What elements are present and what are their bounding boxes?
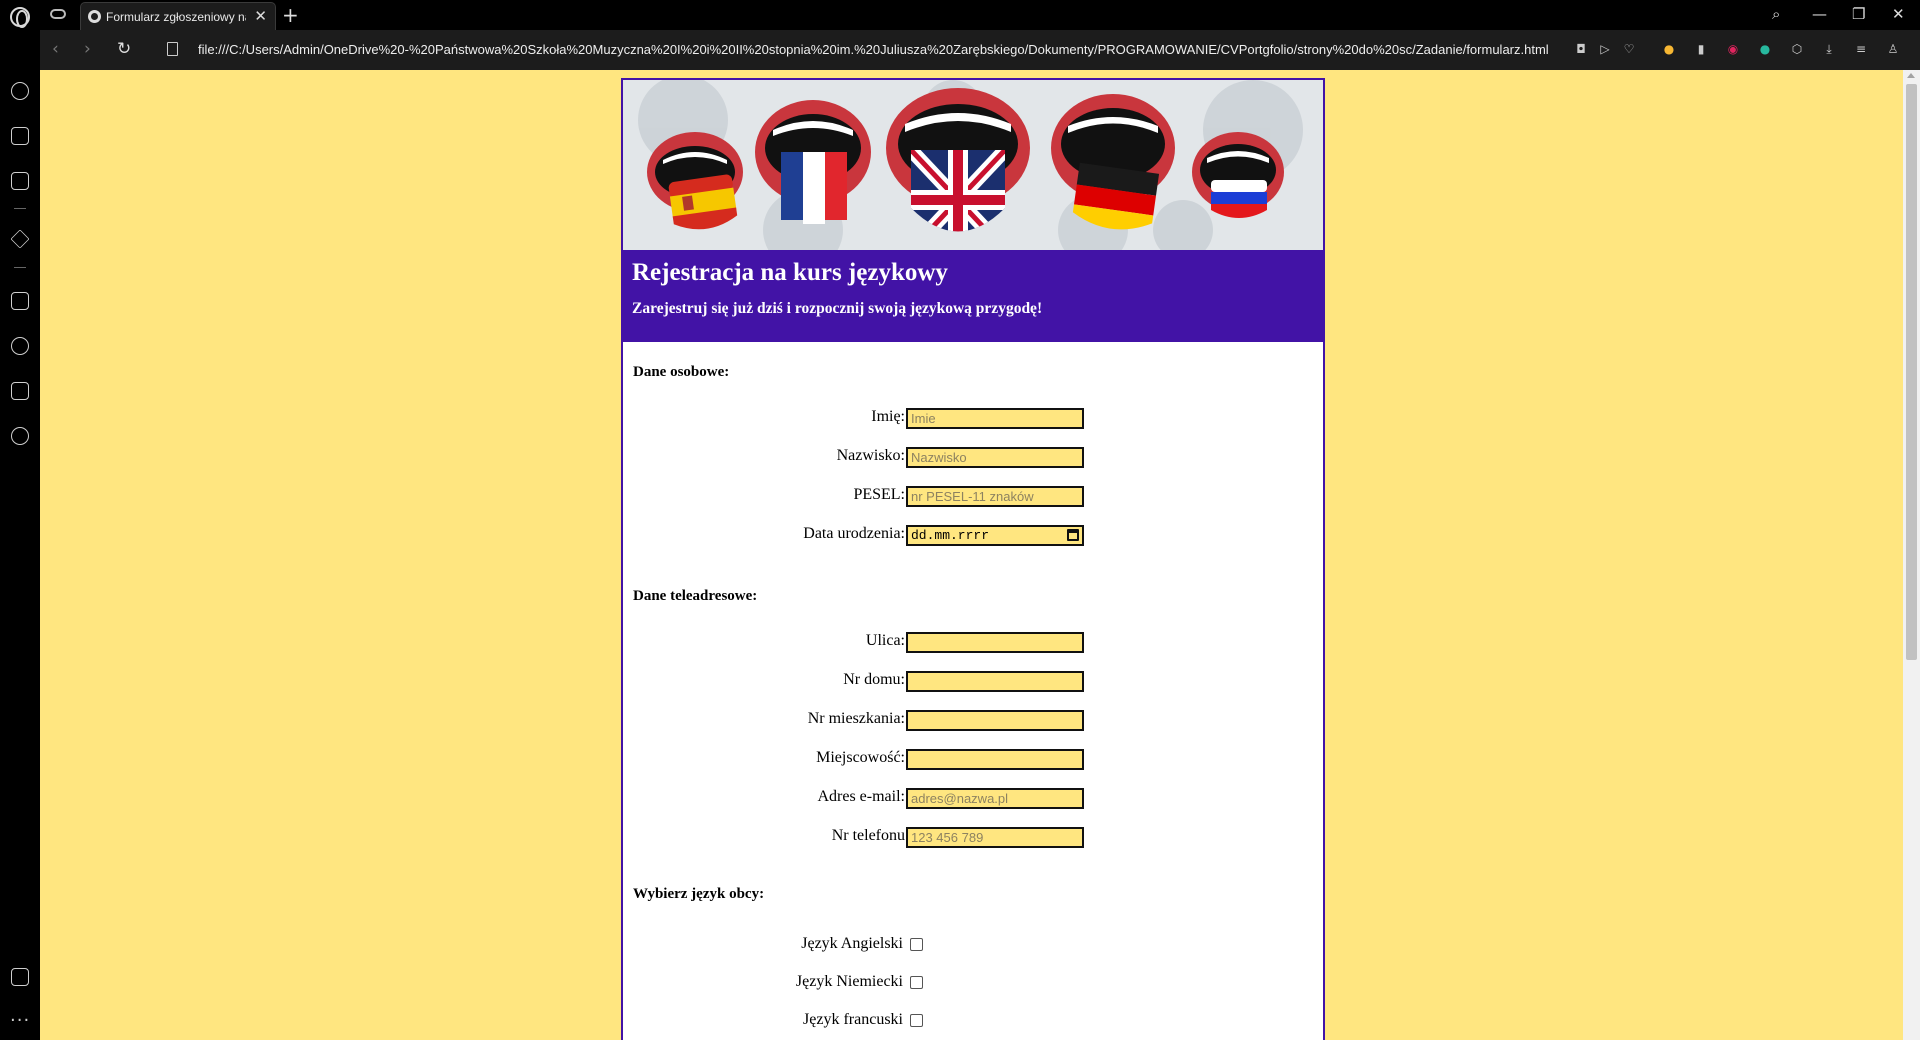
gallery-icon[interactable] — [11, 968, 29, 986]
pesel-input[interactable] — [906, 486, 1084, 507]
house-number-label: Nr domu: — [843, 671, 905, 688]
birth-date-label: Data urodzenia: — [803, 525, 905, 542]
phone-input[interactable] — [906, 827, 1084, 848]
search-tabs-icon[interactable]: ⌕ — [1772, 5, 1780, 23]
history-icon[interactable] — [11, 337, 29, 355]
street-label: Ulica: — [865, 632, 905, 649]
page-viewport: Rejestracja na kurs językowy Zarejestruj… — [40, 70, 1903, 1040]
flat-number-label: Nr mieszkania: — [807, 710, 905, 727]
separator — [14, 208, 26, 209]
box-icon[interactable]: ⬡ — [1789, 41, 1805, 57]
email-input[interactable] — [906, 788, 1084, 809]
extension-icon[interactable]: ● — [1757, 41, 1773, 57]
page-header: Rejestracja na kurs językowy Zarejestruj… — [623, 250, 1323, 342]
sidebar: ··· — [0, 30, 40, 1040]
camera-icon[interactable]: ◘ — [1573, 41, 1589, 57]
last-name-label: Nazwisko: — [836, 447, 905, 464]
tab-title: Formularz zgłoszeniowy na kurs językowy — [106, 10, 246, 24]
house-number-input[interactable] — [906, 671, 1084, 692]
first-name-label: Imię: — [871, 408, 905, 425]
language-french-label: Język francuski — [803, 1011, 903, 1028]
scroll-up-icon[interactable] — [1907, 73, 1915, 78]
language-german-checkbox[interactable] — [910, 976, 923, 989]
language-german-label: Język Niemiecki — [795, 973, 903, 990]
page-title: Rejestracja na kurs językowy — [632, 259, 948, 286]
url-field[interactable]: file:///C:/Users/Admin/OneDrive%20-%20Pa… — [198, 42, 1549, 57]
back-button[interactable]: ‹ — [52, 39, 59, 59]
city-input[interactable] — [906, 749, 1084, 770]
phone-label: Nr telefonu — [831, 827, 905, 844]
globe-icon — [88, 10, 101, 23]
first-name-input[interactable] — [906, 408, 1084, 429]
section-contact-heading: Dane teleadresowe: — [633, 588, 758, 604]
chip-icon[interactable] — [11, 172, 29, 190]
last-name-input[interactable] — [906, 447, 1084, 468]
birth-date-input[interactable]: dd.mm.rrrr — [906, 525, 1084, 546]
tab-bar: Formularz zgłoszeniowy na kurs językowy … — [0, 0, 1920, 30]
active-tab[interactable]: Formularz zgłoszeniowy na kurs językowy … — [80, 2, 276, 30]
reload-button[interactable]: ↻ — [117, 39, 131, 59]
more-icon[interactable]: ··· — [10, 1010, 30, 1031]
extension-icon[interactable]: ▮ — [1693, 41, 1709, 57]
player-icon[interactable]: ◉ — [1725, 41, 1741, 57]
language-english-checkbox[interactable] — [910, 938, 923, 951]
section-languages-heading: Wybierz język obcy: — [633, 886, 765, 902]
scroll-thumb[interactable] — [1906, 84, 1917, 660]
page-icon[interactable] — [167, 42, 178, 56]
profile-icon[interactable]: ♙ — [1885, 41, 1901, 57]
extension-icon[interactable]: ● — [1661, 41, 1677, 57]
page-subtitle: Zarejestruj się już dziś i rozpocznij sw… — [632, 300, 1043, 317]
birth-date-format: dd.mm.rrrr — [911, 528, 990, 543]
speed-dial-icon[interactable] — [11, 82, 29, 100]
pinboard-icon[interactable] — [11, 292, 29, 310]
restore-button[interactable]: ❐ — [1852, 5, 1865, 23]
calendar-icon[interactable] — [1067, 529, 1079, 541]
extensions-icon[interactable] — [11, 382, 29, 400]
easy-setup-icon[interactable]: ≡ — [1853, 41, 1869, 57]
pesel-label: PESEL: — [853, 486, 905, 503]
section-personal-heading: Dane osobowe: — [633, 364, 730, 380]
flat-number-input[interactable] — [906, 710, 1084, 731]
page-scrollbar[interactable] — [1903, 70, 1920, 1040]
new-tab-button[interactable]: + — [282, 3, 299, 27]
language-english-label: Język Angielski — [801, 935, 903, 952]
heart-icon[interactable]: ♡ — [1621, 41, 1637, 57]
opera-logo-icon[interactable] — [10, 7, 30, 28]
minimize-button[interactable]: — — [1812, 5, 1827, 23]
tab-close-icon[interactable]: ✕ — [254, 7, 267, 25]
city-label: Miejscowość: — [816, 749, 905, 766]
download-icon[interactable]: ⤓ — [1821, 41, 1837, 57]
separator — [14, 267, 26, 268]
forward-button[interactable]: › — [84, 39, 91, 59]
send-icon[interactable]: ▷ — [1597, 41, 1613, 57]
bag-icon[interactable] — [11, 127, 29, 145]
aria-icon[interactable] — [10, 229, 30, 249]
form-container: Rejestracja na kurs językowy Zarejestruj… — [621, 78, 1325, 1040]
close-window-button[interactable]: ✕ — [1892, 5, 1905, 23]
language-french-checkbox[interactable] — [910, 1014, 923, 1027]
street-input[interactable] — [906, 632, 1084, 653]
email-label: Adres e-mail: — [817, 788, 905, 805]
address-bar: ‹ › ↻ file:///C:/Users/Admin/OneDrive%20… — [40, 30, 1920, 70]
workspaces-icon[interactable] — [50, 9, 66, 19]
banner-image — [623, 80, 1323, 250]
settings-gear-icon[interactable] — [11, 427, 29, 445]
